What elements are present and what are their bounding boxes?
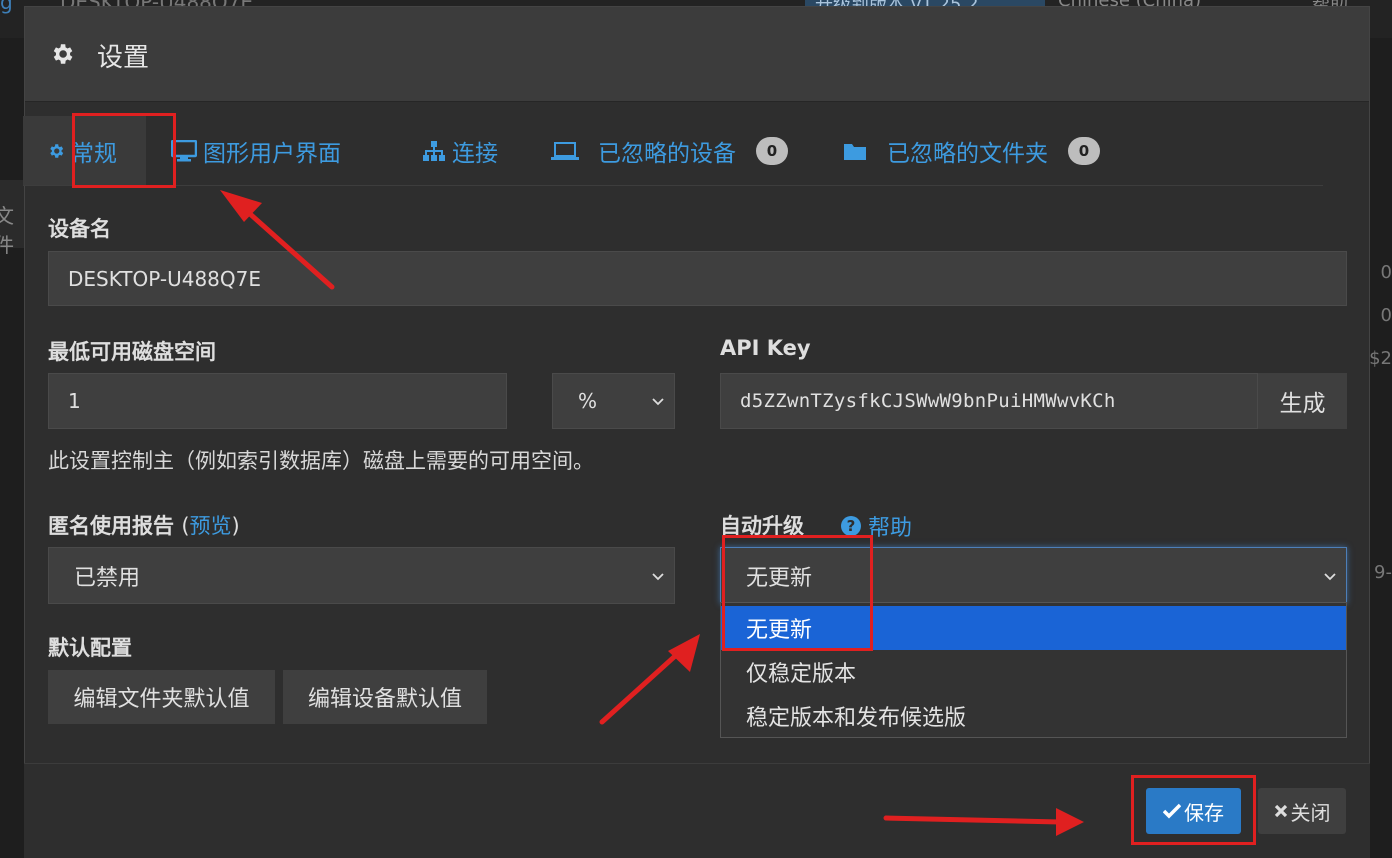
paren-open: ( — [181, 514, 190, 538]
auto-upgrade-select[interactable]: 无更新 — [720, 547, 1347, 604]
unit-value: % — [578, 389, 598, 413]
chevron-down-icon — [1324, 572, 1336, 580]
tab-label: 连接 — [452, 140, 498, 167]
check-icon — [1163, 803, 1181, 819]
background-right-text: 0 — [1380, 262, 1392, 283]
laptop-icon — [551, 141, 579, 160]
settings-tabs: 常规 图形用户界面 连接 已忽略的设备 0 已忽略的文件夹 0 — [23, 116, 1323, 186]
edit-device-defaults-button[interactable]: 编辑设备默认值 — [283, 670, 487, 724]
min-disk-space-value: 1 — [68, 389, 81, 413]
monitor-icon — [171, 139, 197, 161]
chevron-down-icon — [652, 572, 664, 580]
help-link-text: 帮助 — [868, 516, 913, 541]
dialog-header: 设置 — [25, 7, 1369, 102]
paren-close: ) — [231, 514, 240, 538]
device-name-label: 设备名 — [48, 217, 111, 241]
chevron-down-icon — [652, 398, 664, 406]
background-brand-fragment: g — [0, 0, 13, 14]
tab-ignored-devices[interactable]: 已忽略的设备 0 — [550, 116, 788, 185]
auto-upgrade-help-link[interactable]: ? 帮助 — [840, 510, 912, 542]
min-disk-help-text: 此设置控制主（例如索引数据库）磁盘上需要的可用空间。 — [48, 449, 594, 473]
count-badge: 0 — [756, 136, 788, 165]
usage-report-value: 已禁用 — [74, 565, 141, 591]
usage-report-select[interactable]: 已禁用 — [48, 547, 675, 604]
auto-upgrade-options-list: 无更新 仅稳定版本 稳定版本和发布候选版 — [720, 602, 1347, 738]
tab-label: 图形用户界面 — [203, 140, 341, 167]
min-disk-unit-select[interactable]: % — [552, 373, 675, 429]
tab-general[interactable]: 常规 — [23, 116, 146, 185]
device-name-value: DESKTOP-U488Q7E — [68, 266, 262, 291]
usage-preview-link[interactable]: 预览 — [190, 514, 232, 538]
option-stable-and-rc[interactable]: 稳定版本和发布候选版 — [721, 694, 1346, 738]
save-button[interactable]: 保存 — [1146, 788, 1241, 834]
tab-label: 已忽略的文件夹 — [887, 140, 1048, 167]
svg-text:?: ? — [847, 517, 856, 535]
question-circle-icon: ? — [841, 516, 861, 536]
background-right-text: $2 — [1369, 348, 1392, 369]
usage-report-label-text: 匿名使用报告 — [48, 514, 174, 538]
close-icon — [1274, 804, 1287, 818]
dialog-title: 设置 — [97, 43, 150, 73]
api-key-input[interactable]: d5ZZwnTZysfkCJSWwW9bnPuiHMWwvKCh — [720, 373, 1258, 429]
background-right-text: 9- — [1374, 562, 1392, 583]
edit-folder-defaults-button[interactable]: 编辑文件夹默认值 — [48, 670, 275, 724]
generate-api-key-button[interactable]: 生成 — [1258, 373, 1347, 429]
close-label: 关闭 — [1290, 800, 1331, 825]
background-right-text: 0 — [1380, 305, 1392, 326]
option-no-upgrades[interactable]: 无更新 — [721, 606, 1346, 650]
auto-upgrade-label: 自动升级 — [720, 514, 804, 538]
tab-gui[interactable]: 图形用户界面 — [171, 116, 341, 185]
tab-connections[interactable]: 连接 — [422, 116, 498, 185]
min-disk-space-input[interactable]: 1 — [48, 373, 507, 429]
tab-label: 常规 — [71, 140, 117, 167]
folder-icon — [844, 143, 866, 160]
api-key-value: d5ZZwnTZysfkCJSWwW9bnPuiHMWwvKCh — [740, 390, 1116, 412]
gear-icon — [50, 143, 64, 158]
auto-upgrade-value: 无更新 — [746, 565, 813, 591]
api-key-label: API Key — [720, 336, 811, 360]
device-name-input[interactable]: DESKTOP-U488Q7E — [48, 251, 1347, 306]
tab-ignored-folders[interactable]: 已忽略的文件夹 0 — [843, 116, 1100, 185]
save-label: 保存 — [1184, 800, 1224, 825]
count-badge: 0 — [1068, 136, 1100, 165]
background-left-panel: 文件 — [0, 180, 25, 257]
option-stable-only[interactable]: 仅稳定版本 — [721, 650, 1346, 694]
usage-report-label: 匿名使用报告 (预览) — [48, 510, 240, 540]
gear-icon — [53, 44, 73, 64]
background-left-text: 文件 — [0, 204, 14, 257]
sitemap-icon — [423, 140, 445, 161]
close-button[interactable]: 关闭 — [1258, 788, 1346, 834]
tab-label: 已忽略的设备 — [598, 140, 736, 167]
default-config-label: 默认配置 — [48, 636, 132, 660]
min-disk-space-label: 最低可用磁盘空间 — [48, 340, 216, 364]
